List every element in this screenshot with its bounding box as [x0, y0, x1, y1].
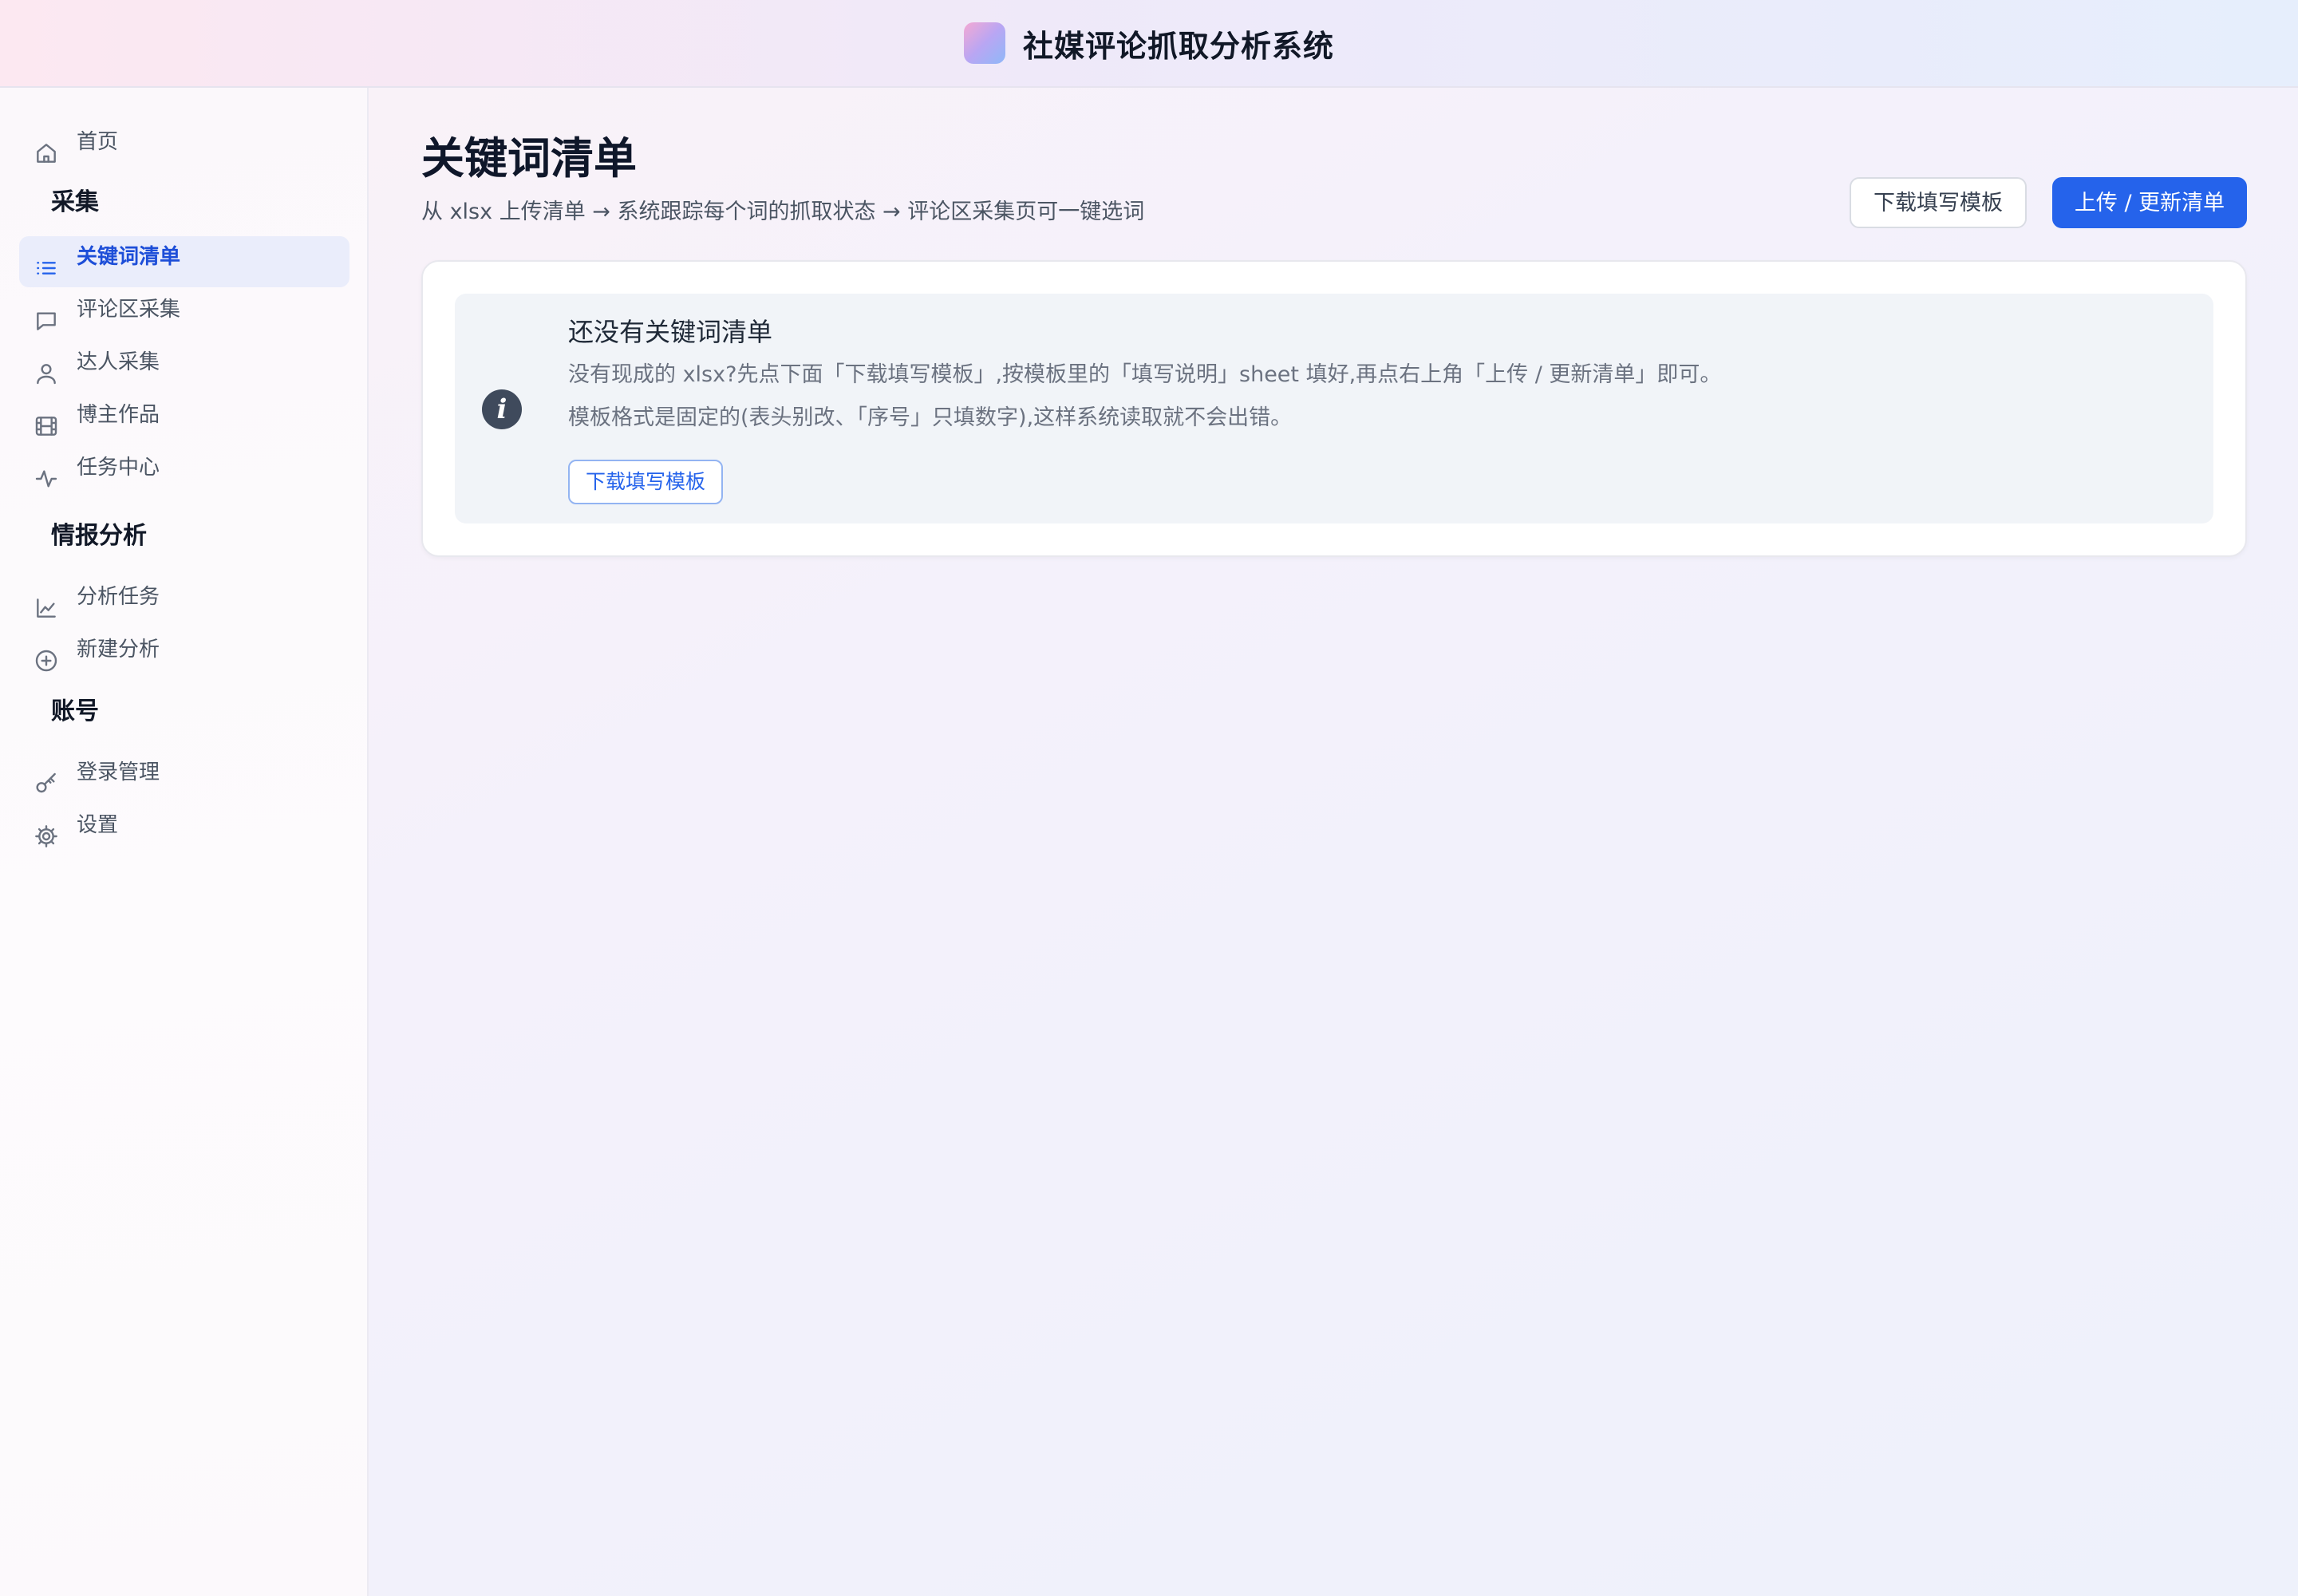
- sidebar-item-blogger-works[interactable]: 博主作品: [19, 394, 349, 445]
- page-title: 关键词清单: [421, 133, 637, 184]
- plus-circle-icon: [34, 648, 59, 674]
- empty-state-title: 还没有关键词清单: [568, 317, 773, 347]
- top-header: 社媒评论抓取分析系统: [0, 0, 2298, 88]
- sidebar-item-label: 关键词清单: [77, 245, 181, 269]
- message-icon: [34, 308, 59, 334]
- app-title: 社媒评论抓取分析系统: [1022, 28, 1334, 64]
- page-subtitle: 从 xlsx 上传清单 → 系统跟踪每个词的抓取状态 → 评论区采集页可一键选词: [421, 200, 1145, 224]
- sidebar-section-title: 采集: [51, 188, 99, 216]
- sidebar-item-label: 达人采集: [77, 350, 160, 374]
- sidebar-item-label: 分析任务: [77, 585, 160, 609]
- sidebar-item-label: 任务中心: [77, 456, 160, 480]
- line-chart-icon: [34, 595, 59, 621]
- sidebar-item-analysis-tasks[interactable]: 分析任务: [19, 576, 349, 627]
- sidebar-item-label: 首页: [77, 130, 119, 154]
- sidebar-item-label: 设置: [77, 813, 119, 837]
- film-icon: [34, 413, 59, 439]
- list-icon: [34, 255, 59, 281]
- sidebar-section-title: 账号: [51, 697, 99, 725]
- sidebar-item-home[interactable]: 首页: [19, 121, 349, 172]
- home-icon: [34, 140, 59, 166]
- sidebar-item-label: 新建分析: [77, 638, 160, 662]
- user-icon: [34, 361, 59, 386]
- sidebar-item-login-management[interactable]: 登录管理: [19, 752, 349, 803]
- sidebar-item-new-analysis[interactable]: 新建分析: [19, 629, 349, 680]
- download-template-button[interactable]: 下载填写模板: [1850, 177, 2027, 228]
- empty-state-download-template-button[interactable]: 下载填写模板: [568, 460, 724, 504]
- empty-state-alert: i 还没有关键词清单 没有现成的 xlsx?先点下面「下载填写模板」,按模板里的…: [455, 294, 2213, 523]
- sidebar-item-settings[interactable]: 设置: [19, 804, 349, 855]
- gear-icon: [34, 824, 59, 849]
- sidebar: 首页 采集 关键词清单 评论区采集 达人采集 博主作品 任务中心 情报分析 分析…: [0, 88, 369, 1596]
- empty-state-description: 没有现成的 xlsx?先点下面「下载填写模板」,按模板里的「填写说明」sheet…: [568, 362, 1722, 387]
- app-logo-icon: [963, 22, 1005, 64]
- upload-list-button[interactable]: 上传 / 更新清单: [2052, 177, 2247, 228]
- sidebar-section-title: 情报分析: [51, 522, 147, 550]
- activity-icon: [34, 466, 59, 492]
- sidebar-item-comment-collect[interactable]: 评论区采集: [19, 289, 349, 340]
- key-icon: [34, 771, 59, 796]
- sidebar-item-label: 博主作品: [77, 403, 160, 427]
- sidebar-item-label: 评论区采集: [77, 298, 181, 322]
- sidebar-item-influencer-collect[interactable]: 达人采集: [19, 342, 349, 393]
- sidebar-item-keyword-list[interactable]: 关键词清单: [19, 236, 349, 287]
- sidebar-item-task-center[interactable]: 任务中心: [19, 447, 349, 498]
- empty-state-note: 模板格式是固定的(表头别改、「序号」只填数字),这样系统读取就不会出错。: [568, 405, 1293, 430]
- empty-state-card: i 还没有关键词清单 没有现成的 xlsx?先点下面「下载填写模板」,按模板里的…: [421, 260, 2247, 557]
- info-icon: i: [482, 389, 522, 429]
- sidebar-item-label: 登录管理: [77, 760, 160, 784]
